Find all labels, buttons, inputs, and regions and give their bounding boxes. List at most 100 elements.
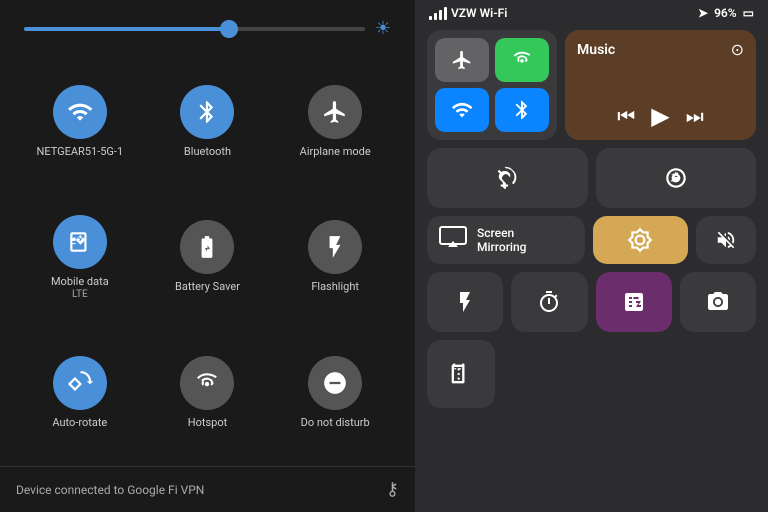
hotspot-icon-bg (180, 356, 234, 410)
mute-icon (715, 229, 737, 251)
bluetooth-icon-bg (180, 85, 234, 139)
android-footer: Device connected to Google Fi VPN ⚷ (0, 466, 415, 512)
airplane-icon-bg (308, 85, 362, 139)
screen-mirroring-icon (439, 226, 467, 248)
rewind-button[interactable]: ⏮ (617, 104, 635, 128)
ios-third-row: Screen Mirroring (427, 216, 756, 264)
cellular-data-button[interactable] (495, 38, 549, 82)
flashlight-button-ios[interactable] (427, 272, 503, 332)
screen-mirroring-line2: Mirroring (477, 240, 526, 254)
dnd-label: Do not disturb (301, 416, 370, 430)
music-controls: ⏮ ▶ ⏭ (577, 102, 744, 130)
ios-status-bar: VZW Wi-Fi ➤ 96% ▭ (415, 0, 768, 24)
wifi-toggle-button[interactable] (435, 88, 489, 132)
connectivity-top-row (435, 38, 549, 82)
tile-auto-rotate[interactable]: Auto-rotate (16, 328, 144, 458)
calculator-button[interactable] (596, 272, 672, 332)
remote-icon (447, 360, 475, 388)
ios-control-center: VZW Wi-Fi ➤ 96% ▭ (415, 0, 768, 512)
bluetooth-icon (194, 99, 220, 125)
camera-button[interactable] (680, 272, 756, 332)
signal-bar-4 (444, 7, 447, 20)
tile-flashlight[interactable]: Flashlight (271, 187, 399, 328)
tile-battery-saver[interactable]: Battery Saver (144, 187, 272, 328)
flashlight-icon-bg (308, 220, 362, 274)
brightness-icon (627, 227, 653, 253)
status-left: VZW Wi-Fi (429, 6, 507, 20)
vpn-icon: ⚷ (386, 479, 399, 500)
bluetooth-toggle-icon (511, 99, 533, 121)
location-icon: ➤ (698, 6, 708, 20)
android-tiles-grid: NETGEAR51-5G-1 Bluetooth Airplane mode (0, 49, 415, 466)
tile-wifi[interactable]: NETGEAR51-5G-1 (16, 57, 144, 187)
orientation-lock-icon (494, 165, 520, 191)
calculator-icon (622, 290, 646, 314)
mobile-data-label: Mobile data (51, 275, 109, 289)
screen-mirroring-button[interactable]: Screen Mirroring (427, 216, 585, 264)
signal-bars (429, 7, 447, 20)
camera-icon (706, 290, 730, 314)
play-button[interactable]: ▶ (651, 102, 669, 130)
music-block[interactable]: Music ⊙ ⏮ ▶ ⏭ (565, 30, 756, 140)
apple-tv-remote-button[interactable] (427, 340, 495, 408)
wifi-icon-bg (53, 85, 107, 139)
bluetooth-label: Bluetooth (184, 145, 231, 159)
brightness-control[interactable]: ☀ (0, 0, 415, 49)
connectivity-block (427, 30, 557, 140)
carrier-text: VZW Wi-Fi (451, 6, 507, 20)
tile-airplane[interactable]: Airplane mode (271, 57, 399, 187)
signal-bar-2 (434, 13, 437, 20)
wifi-label: NETGEAR51-5G-1 (37, 145, 124, 159)
wifi-toggle-icon (451, 99, 473, 121)
tile-bluetooth[interactable]: Bluetooth (144, 57, 272, 187)
screen-mirroring-text: Screen Mirroring (477, 226, 526, 254)
mute-button[interactable] (696, 216, 756, 264)
tile-hotspot[interactable]: Hotspot (144, 328, 272, 458)
brightness-track[interactable] (24, 27, 365, 31)
timer-icon (537, 290, 561, 314)
screen-mirror-icon-wrap (439, 226, 467, 254)
status-right: ➤ 96% ▭ (698, 6, 754, 20)
brightness-thumb[interactable] (220, 20, 238, 38)
mobile-data-sublabel: LTE (72, 289, 88, 300)
vpn-status-text: Device connected to Google Fi VPN (16, 483, 204, 497)
mobile-data-icon (67, 229, 93, 255)
brightness-control-ios[interactable] (593, 216, 688, 264)
auto-rotate-icon (67, 370, 93, 396)
orientation-lock-button[interactable] (427, 148, 588, 208)
mobile-data-icon-bg (53, 215, 107, 269)
flashlight-label: Flashlight (311, 280, 359, 294)
bluetooth-toggle-button[interactable] (495, 88, 549, 132)
auto-rotate-icon-bg (53, 356, 107, 410)
screen-mirroring-line1: Screen (477, 226, 526, 240)
ios-top-row: Music ⊙ ⏮ ▶ ⏭ (427, 30, 756, 140)
airplay-icon: ⊙ (731, 40, 744, 59)
fast-forward-button[interactable]: ⏭ (686, 104, 704, 128)
connectivity-bottom-row (435, 88, 549, 132)
battery-saver-icon (194, 234, 220, 260)
android-control-panel: ☀ NETGEAR51-5G-1 Bluetooth (0, 0, 415, 512)
battery-saver-label: Battery Saver (175, 280, 240, 294)
airplane-mode-icon (451, 49, 473, 71)
battery-text: 96% (714, 6, 737, 20)
do-not-disturb-button[interactable] (596, 148, 757, 208)
tile-dnd[interactable]: Do not disturb (271, 328, 399, 458)
airplane-label: Airplane mode (300, 145, 371, 159)
tile-mobile-data[interactable]: Mobile data LTE (16, 187, 144, 328)
airplane-mode-button[interactable] (435, 38, 489, 82)
dnd-icon-bg (308, 356, 362, 410)
do-not-disturb-icon (663, 165, 689, 191)
wifi-icon (67, 99, 93, 125)
flashlight-icon (322, 234, 348, 260)
cellular-data-icon (511, 49, 533, 71)
dnd-icon (322, 370, 348, 396)
ios-fifth-row (427, 340, 756, 408)
brightness-icon: ☀ (375, 18, 391, 39)
auto-rotate-label: Auto-rotate (52, 416, 107, 430)
music-title: Music (577, 42, 615, 58)
timer-button[interactable] (511, 272, 587, 332)
ios-fourth-row (427, 272, 756, 332)
signal-bar-3 (439, 10, 442, 20)
ios-second-row (427, 148, 756, 208)
airplane-icon (322, 99, 348, 125)
